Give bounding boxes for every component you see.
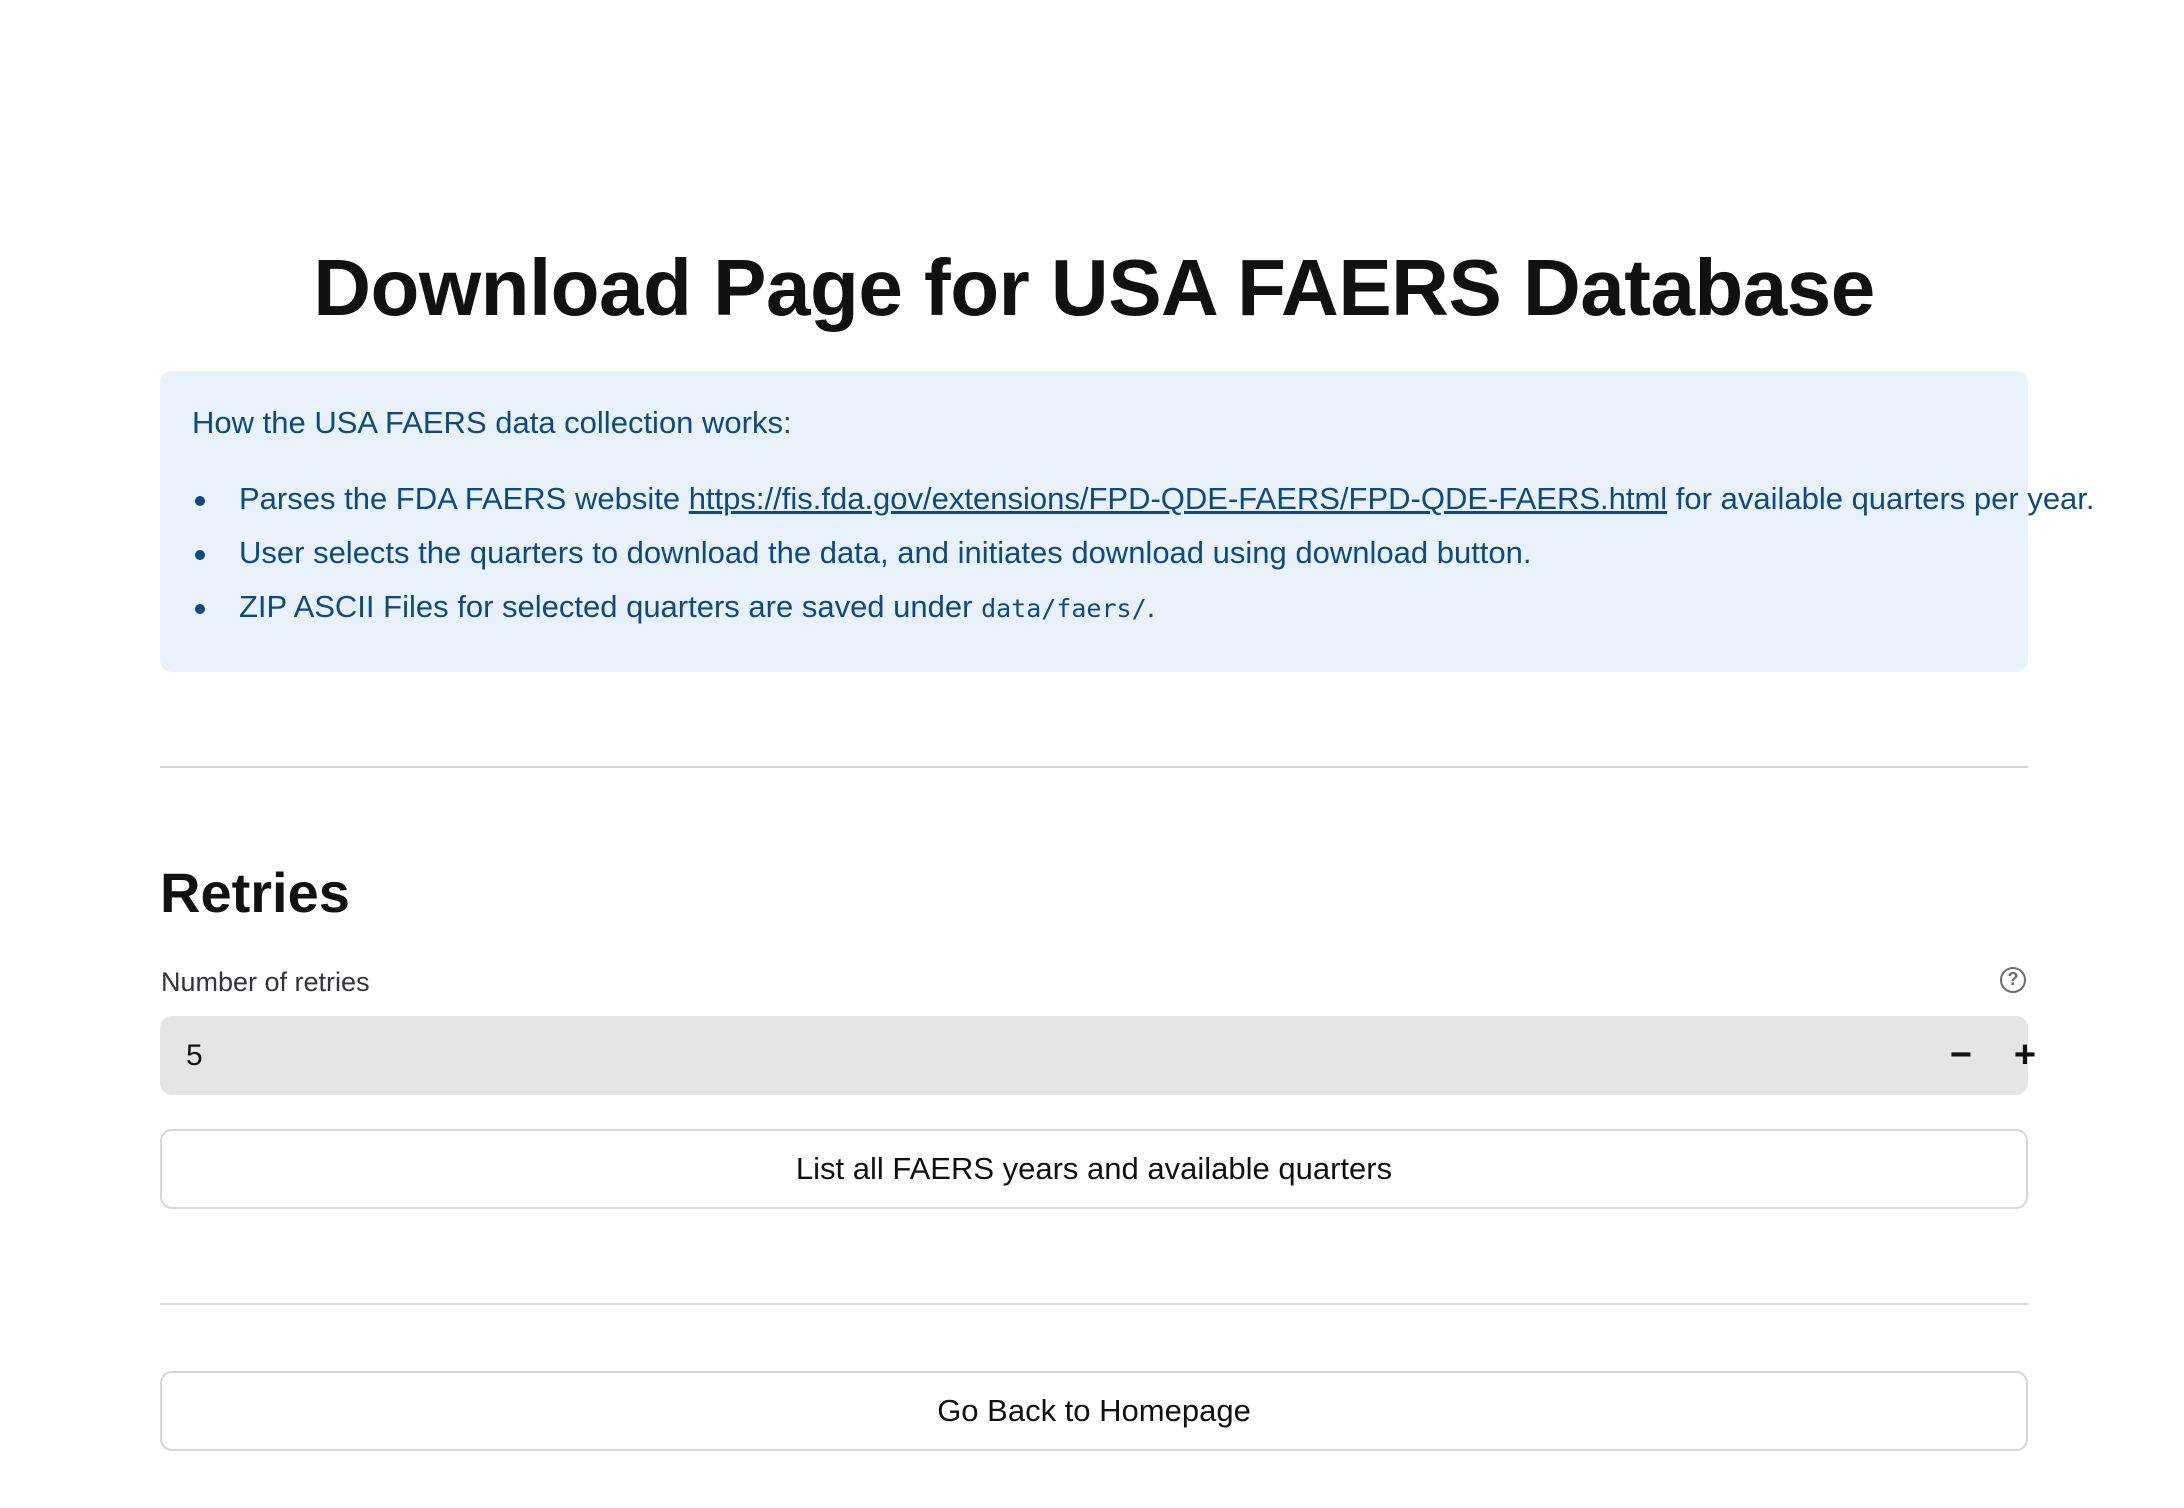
save-path-code: data/faers/ — [981, 594, 1147, 623]
info-item-save: ZIP ASCII Files for selected quarters ar… — [192, 585, 1996, 631]
increment-button[interactable]: + — [1996, 1026, 2054, 1084]
info-item-parse-after: for available quarters per year. — [1667, 481, 2095, 516]
retries-field-label: Number of retries — [161, 967, 370, 997]
divider-bottom — [160, 1303, 2028, 1305]
info-item-select-text: User selects the quarters to download th… — [239, 535, 1532, 570]
info-item-save-after: . — [1146, 589, 1156, 624]
page: Download Page for USA FAERS Database How… — [0, 0, 2184, 1508]
retries-number-input: − + — [160, 1016, 2036, 1095]
info-item-parse-before: Parses the FDA FAERS website — [239, 481, 689, 516]
divider-top — [160, 766, 2028, 768]
help-icon[interactable]: ? — [2000, 967, 2026, 993]
info-item-save-before: ZIP ASCII Files for selected quarters ar… — [239, 589, 982, 624]
decrement-button[interactable]: − — [1932, 1026, 1990, 1084]
info-item-parse: Parses the FDA FAERS website https://fis… — [192, 477, 2095, 521]
info-list: Parses the FDA FAERS website https://fis… — [192, 477, 2095, 631]
retries-input[interactable] — [186, 1016, 1786, 1095]
list-quarters-button[interactable]: List all FAERS years and available quart… — [160, 1129, 2028, 1209]
go-back-button[interactable]: Go Back to Homepage — [160, 1371, 2028, 1451]
retries-section-title: Retries — [160, 861, 350, 924]
info-heading: How the USA FAERS data collection works: — [192, 405, 792, 440]
info-box: How the USA FAERS data collection works:… — [160, 371, 2095, 672]
info-item-select: User selects the quarters to download th… — [192, 531, 1996, 575]
page-title: Download Page for USA FAERS Database — [313, 243, 1875, 332]
faers-website-link[interactable]: https://fis.fda.gov/extensions/FPD-QDE-F… — [689, 481, 1668, 516]
